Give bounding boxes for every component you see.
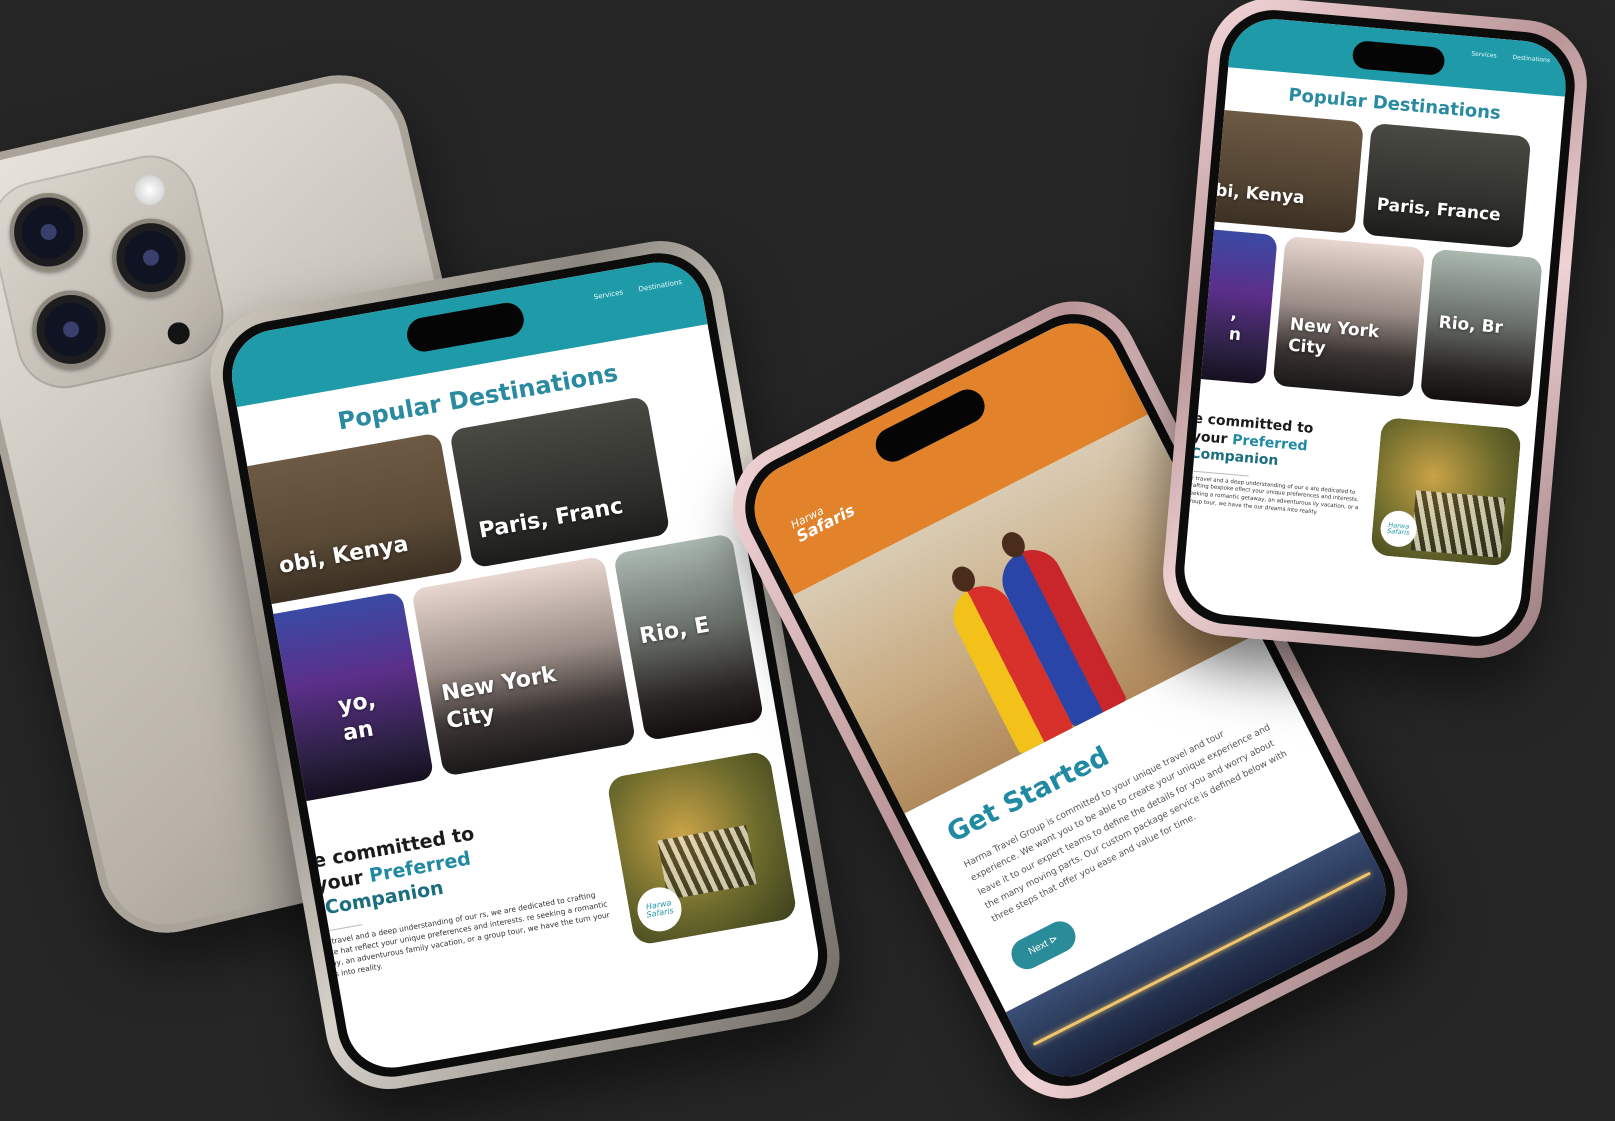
destination-label: Paris, France xyxy=(1375,194,1502,226)
destination-label: Paris, Franc xyxy=(476,493,625,544)
nav-services[interactable]: Services xyxy=(1471,50,1497,59)
nav-destinations[interactable]: Destinations xyxy=(638,278,683,293)
camera-lens-icon xyxy=(1,185,96,279)
destination-card-rio[interactable]: Rio, E xyxy=(613,533,765,742)
destination-card-kenya[interactable]: obi, Kenya xyxy=(224,432,464,610)
committed-heading: e committed to your Preferred Companion xyxy=(1189,410,1315,470)
nav-destinations[interactable]: Destinations xyxy=(1512,54,1550,64)
destination-card-kenya[interactable]: bi, Kenya xyxy=(1180,106,1364,234)
nav-links: Services Destinations xyxy=(1471,50,1550,64)
destination-card-paris[interactable]: Paris, Franc xyxy=(449,395,671,569)
safaris-badge: Harwa Safaris xyxy=(1379,509,1419,549)
camera-lens-icon xyxy=(24,282,118,377)
destination-label: Rio, E xyxy=(637,612,712,649)
camera-module xyxy=(0,145,233,398)
destination-label: bi, Kenya xyxy=(1214,180,1306,209)
phone-destinations-small: Services Destinations Popular Destinatio… xyxy=(1157,0,1593,664)
destination-card-nyc[interactable]: New York City xyxy=(411,555,637,777)
destination-card-paris[interactable]: Paris, France xyxy=(1362,122,1532,249)
committed-text: e committed to your Preferred Companion … xyxy=(1183,401,1374,554)
destination-label: obi, Kenya xyxy=(276,531,411,579)
phone-bezel: Services Destinations Popular Destinatio… xyxy=(214,244,836,1086)
flash-icon xyxy=(131,172,168,209)
committed-section: e committed to your Preferred Companion … xyxy=(1181,385,1537,567)
destination-card-nyc[interactable]: New York City xyxy=(1272,235,1426,398)
destination-label: New York City xyxy=(1287,314,1381,359)
phone-screen: Services Destinations Popular Destinatio… xyxy=(224,255,826,1075)
destination-label: , n xyxy=(1228,302,1242,346)
camera-lens-icon xyxy=(104,210,198,305)
destination-label: yo, an xyxy=(336,687,378,746)
phone-destinations: Services Destinations Popular Destinatio… xyxy=(200,230,850,1100)
destination-card-tokyo[interactable]: , n xyxy=(1180,226,1278,385)
committed-text: are committed to g your Preferred el Com… xyxy=(286,780,626,1002)
nav-links: Services Destinations xyxy=(593,278,682,301)
phone-bezel: Services Destinations Popular Destinatio… xyxy=(1170,5,1580,651)
zebra-image: Harwa Safaris xyxy=(605,750,798,947)
destination-label: New York City xyxy=(439,661,559,734)
next-button[interactable]: Next ⊳ xyxy=(1006,916,1081,975)
destinations-row: , n New York City Rio, Br xyxy=(1180,226,1551,416)
destination-card-rio[interactable]: Rio, Br xyxy=(1420,248,1543,408)
harwa-safaris-logo[interactable]: Harwa Safaris xyxy=(789,492,858,546)
destination-label: Rio, Br xyxy=(1437,312,1504,338)
zebra-image: Harwa Safaris xyxy=(1370,416,1522,567)
committed-body: or travel and a deep understanding of ou… xyxy=(1185,474,1359,517)
nav-services[interactable]: Services xyxy=(593,288,623,301)
lidar-icon xyxy=(165,320,192,347)
phone-screen: Services Destinations Popular Destinatio… xyxy=(1180,15,1570,641)
safaris-badge: Harwa Safaris xyxy=(633,883,685,935)
